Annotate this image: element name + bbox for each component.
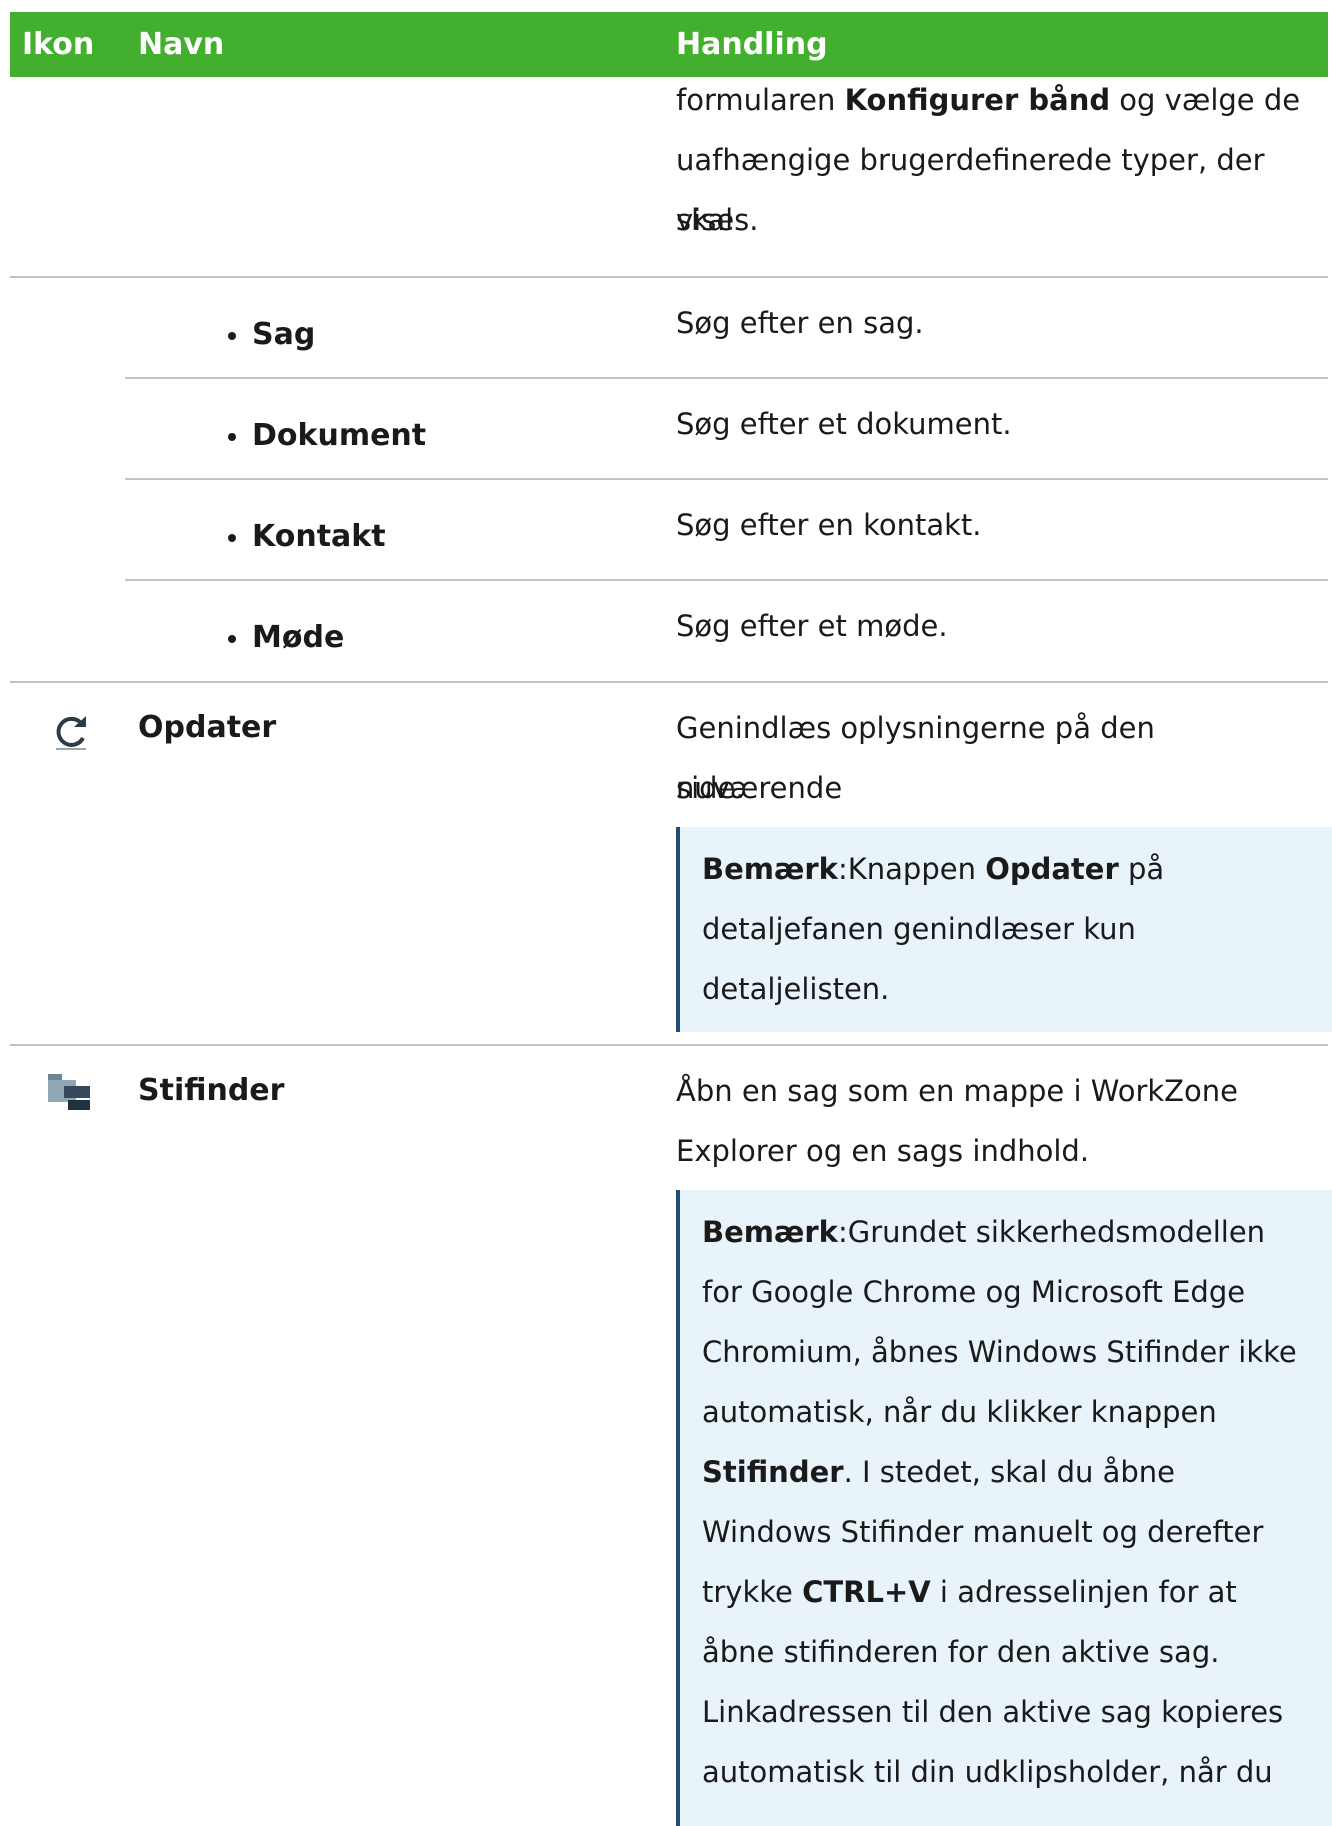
note-line: Windows Stifinder manuelt og derefter bbox=[702, 1515, 1264, 1549]
bullet bbox=[228, 534, 236, 542]
bullet bbox=[228, 332, 236, 340]
note-line: åbne stifinderen for den aktive sag. bbox=[702, 1635, 1220, 1669]
refresh-note: Bemærk:Knappen Opdater på detaljefanen g… bbox=[676, 827, 1332, 1032]
item-action: Søg efter en kontakt. bbox=[676, 508, 982, 542]
header-icon-column: Ikon bbox=[22, 27, 95, 62]
header-action-column: Handling bbox=[676, 27, 828, 62]
explorer-action: Åbn en sag som en mappe i WorkZone bbox=[676, 1074, 1238, 1108]
refresh-action-2: side. bbox=[676, 771, 745, 805]
refresh-action: Genindlæs oplysningerne på den nuværende bbox=[676, 711, 1155, 805]
item-name: Dokument bbox=[252, 418, 427, 453]
action-text-continued-3: vises. bbox=[676, 203, 759, 237]
header-name-column: Navn bbox=[138, 27, 225, 62]
action-text-continued: formularen Konfigurer bånd og vælge de bbox=[676, 83, 1301, 117]
item-action: Søg efter et dokument. bbox=[676, 407, 1012, 441]
note-line: Chromium, åbnes Windows Stifinder ikke bbox=[702, 1335, 1297, 1369]
refresh-name: Opdater bbox=[138, 710, 277, 745]
item-name: Kontakt bbox=[252, 519, 386, 554]
item-name: Sag bbox=[252, 317, 316, 352]
file-explorer-icon bbox=[46, 1070, 92, 1116]
configure-ribbon-term: Konfigurer bånd bbox=[844, 83, 1111, 117]
note-line: Bemærk:Knappen Opdater på bbox=[702, 852, 1165, 886]
note-line: detaljelisten. bbox=[702, 972, 890, 1006]
row-divider bbox=[10, 1044, 1328, 1046]
item-action: Søg efter en sag. bbox=[676, 306, 924, 340]
row-divider bbox=[10, 276, 1328, 278]
bullet bbox=[228, 433, 236, 441]
sub-row-divider bbox=[125, 377, 1328, 379]
explorer-term: Stifinder bbox=[702, 1455, 844, 1489]
action-text-continued-2: uafhængige brugerdefinerede typer, der s… bbox=[676, 143, 1265, 237]
note-line: Linkadressen til den aktive sag kopieres bbox=[702, 1695, 1284, 1729]
table-header: Ikon Navn Handling bbox=[10, 12, 1328, 77]
note-line: Stifinder. I stedet, skal du åbne bbox=[702, 1455, 1175, 1489]
refresh-term: Opdater bbox=[985, 852, 1119, 886]
note-line: detaljefanen genindlæser kun bbox=[702, 912, 1136, 946]
item-action: Søg efter et møde. bbox=[676, 609, 948, 643]
note-line: automatisk til din udklipsholder, når du bbox=[702, 1755, 1273, 1789]
sub-row-divider bbox=[125, 478, 1328, 480]
row-divider bbox=[10, 681, 1328, 683]
note-line: trykke CTRL+V i adresselinjen for at bbox=[702, 1575, 1237, 1609]
bullet bbox=[228, 635, 236, 643]
explorer-name: Stifinder bbox=[138, 1073, 285, 1108]
explorer-action-2: Explorer og en sags indhold. bbox=[676, 1134, 1090, 1168]
item-name: Møde bbox=[252, 620, 345, 655]
sub-row-divider bbox=[125, 579, 1328, 581]
note-label: Bemærk bbox=[702, 852, 838, 886]
explorer-note: Bemærk:Grundet sikkerhedsmodellen for Go… bbox=[676, 1190, 1332, 1826]
shortcut-term: CTRL+V bbox=[802, 1575, 931, 1609]
note-line: for Google Chrome og Microsoft Edge bbox=[702, 1275, 1246, 1309]
refresh-icon bbox=[50, 710, 94, 754]
note-line: automatisk, når du klikker knappen bbox=[702, 1395, 1217, 1429]
note-line: Bemærk:Grundet sikkerhedsmodellen bbox=[702, 1215, 1266, 1249]
note-label: Bemærk bbox=[702, 1215, 838, 1249]
